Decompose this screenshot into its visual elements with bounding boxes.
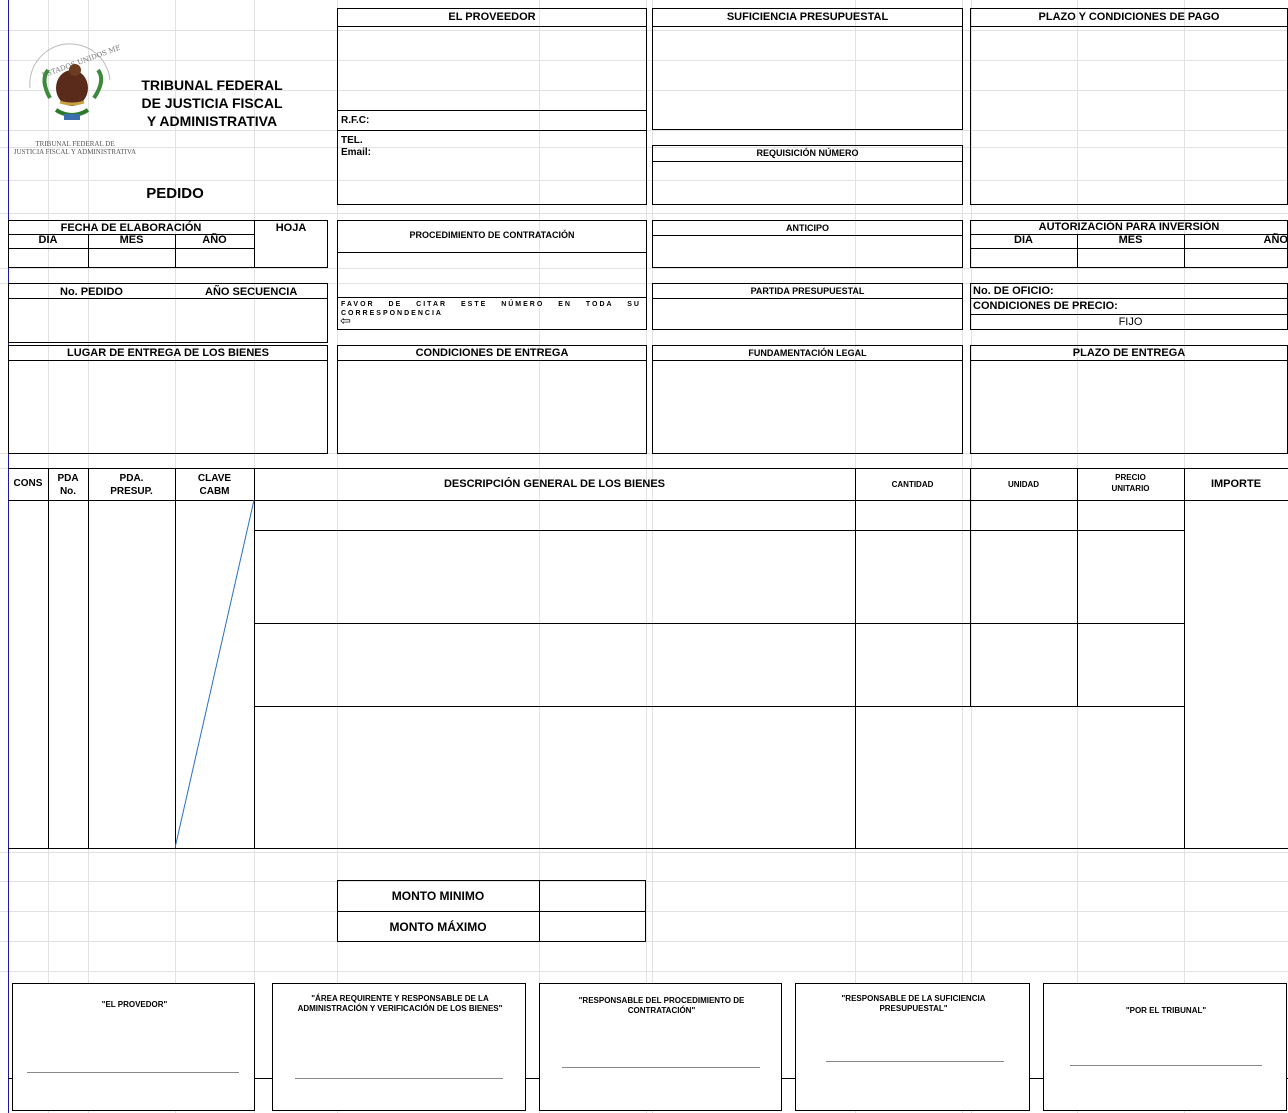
tel-label: TEL. — [341, 135, 363, 146]
fundamentacion-title: FUNDAMENTACIÓN LEGAL — [748, 348, 867, 358]
diagonal-strike-line — [175, 500, 255, 848]
firma-tribunal-box: "POR EL TRIBUNAL" — [1043, 983, 1287, 1111]
firma-proveedor-box: "EL PROVEDOR" — [12, 983, 255, 1111]
proveedor-title: EL PROVEEDOR — [448, 11, 536, 23]
fecha-anio: AÑO — [202, 234, 227, 246]
anticipo-title: ANTICIPO — [785, 223, 829, 233]
procedimiento-title: PROCEDIMIENTO DE CONTRATACIÓN — [409, 230, 575, 240]
plazo-pago-box — [970, 8, 1288, 205]
no-oficio-label: No. DE OFICIO: — [973, 285, 1054, 297]
partida-title: PARTIDA PRESUPUESTAL — [750, 286, 865, 296]
autorizacion-anio: AÑO — [1263, 234, 1288, 246]
plazo-entrega-title: PLAZO DE ENTREGA — [1072, 347, 1186, 359]
arrow-left-icon: ⇦ — [340, 313, 351, 328]
sheet-left-border — [8, 0, 9, 1113]
email-label: Email: — [341, 147, 372, 158]
seal-caption: TRIBUNAL FEDERAL DE JUSTICIA FISCAL Y AD… — [13, 140, 137, 156]
plazo-entrega-box — [970, 345, 1288, 454]
rfc-label: R.F.C: — [341, 115, 370, 126]
fundamentacion-box — [652, 345, 963, 454]
col-cantidad: CANTIDAD — [891, 480, 934, 489]
hoja-label: HOJA — [275, 222, 307, 234]
pedido-no-label: No. PEDIDO — [60, 286, 123, 298]
autorizacion-dia: DIA — [1014, 234, 1033, 246]
fecha-mes: MES — [119, 234, 144, 246]
plazo-pago-title: PLAZO Y CONDICIONES DE PAGO — [1038, 11, 1220, 23]
autorizacion-title: AUTORIZACIÓN PARA INVERSIÓN — [1038, 221, 1220, 233]
firma-suficiencia-box: "RESPONSABLE DE LA SUFICIENCIA PRESUPUES… — [795, 983, 1030, 1111]
lugar-entrega-title: LUGAR DE ENTREGA DE LOS BIENES — [67, 347, 269, 359]
procedimiento-note: FAVOR DE CITAR ESTE NÚMERO EN TODA SU CO… — [341, 301, 641, 317]
firma-suficiencia-label: "RESPONSABLE DE LA SUFICIENCIA PRESUPUES… — [841, 994, 986, 1013]
monto-minimo-label: MONTO MINIMO — [391, 889, 485, 903]
monto-maximo-label: MONTO MÁXIMO — [389, 920, 487, 934]
autorizacion-mes: MES — [1118, 234, 1143, 246]
secuencia-label: AÑO SECUENCIA — [205, 286, 298, 298]
col-descripcion: DESCRIPCIÓN GENERAL DE LOS BIENES — [443, 478, 666, 490]
proveedor-box — [337, 8, 647, 205]
col-unidad: UNIDAD — [1007, 480, 1040, 489]
requisicion-title: REQUISICIÓN NÚMERO — [756, 148, 859, 158]
fecha-title: FECHA DE ELABORACIÓN — [60, 222, 202, 234]
fecha-dia: DIA — [38, 234, 58, 246]
firma-proveedor-label: "EL PROVEDOR" — [101, 1000, 168, 1009]
col-pda-presup: PDA. PRESUP. — [110, 473, 153, 497]
lugar-entrega-box — [8, 345, 328, 454]
coat-of-arms-logo: ESTADOS UNIDOS MEXICANOS — [20, 32, 155, 140]
suficiencia-title: SUFICIENCIA PRESUPUESTAL — [726, 11, 889, 23]
firma-procedimiento-box: "RESPONSABLE DEL PROCEDIMIENTO DE CONTRA… — [539, 983, 782, 1111]
col-clave-cabm: CLAVE CABM — [197, 473, 232, 497]
condiciones-precio-label: CONDICIONES DE PRECIO: — [973, 300, 1118, 312]
col-importe: IMPORTE — [1210, 478, 1262, 490]
col-pda-no: PDA No. — [57, 473, 79, 497]
col-cons: CONS — [13, 478, 43, 489]
firma-area-requirente-box: "ÁREA REQUIRENTE Y RESPONSABLE DE LA ADM… — [272, 983, 526, 1111]
firma-tribunal-label: "POR EL TRIBUNAL" — [1125, 1006, 1207, 1015]
col-precio-unitario: PRECIO UNITARIO — [1111, 473, 1150, 493]
firma-area-requirente-label: "ÁREA REQUIRENTE Y RESPONSABLE DE LA ADM… — [297, 994, 503, 1013]
precio-tipo: FIJO — [1118, 316, 1143, 328]
document-title: PEDIDO — [146, 185, 204, 202]
condiciones-entrega-title: CONDICIONES DE ENTREGA — [415, 347, 569, 359]
institution-name: TRIBUNAL FEDERAL DE JUSTICIA FISCAL Y AD… — [141, 77, 283, 129]
condiciones-entrega-box — [337, 345, 647, 454]
firma-procedimiento-label: "RESPONSABLE DEL PROCEDIMIENTO DE CONTRA… — [578, 996, 745, 1015]
